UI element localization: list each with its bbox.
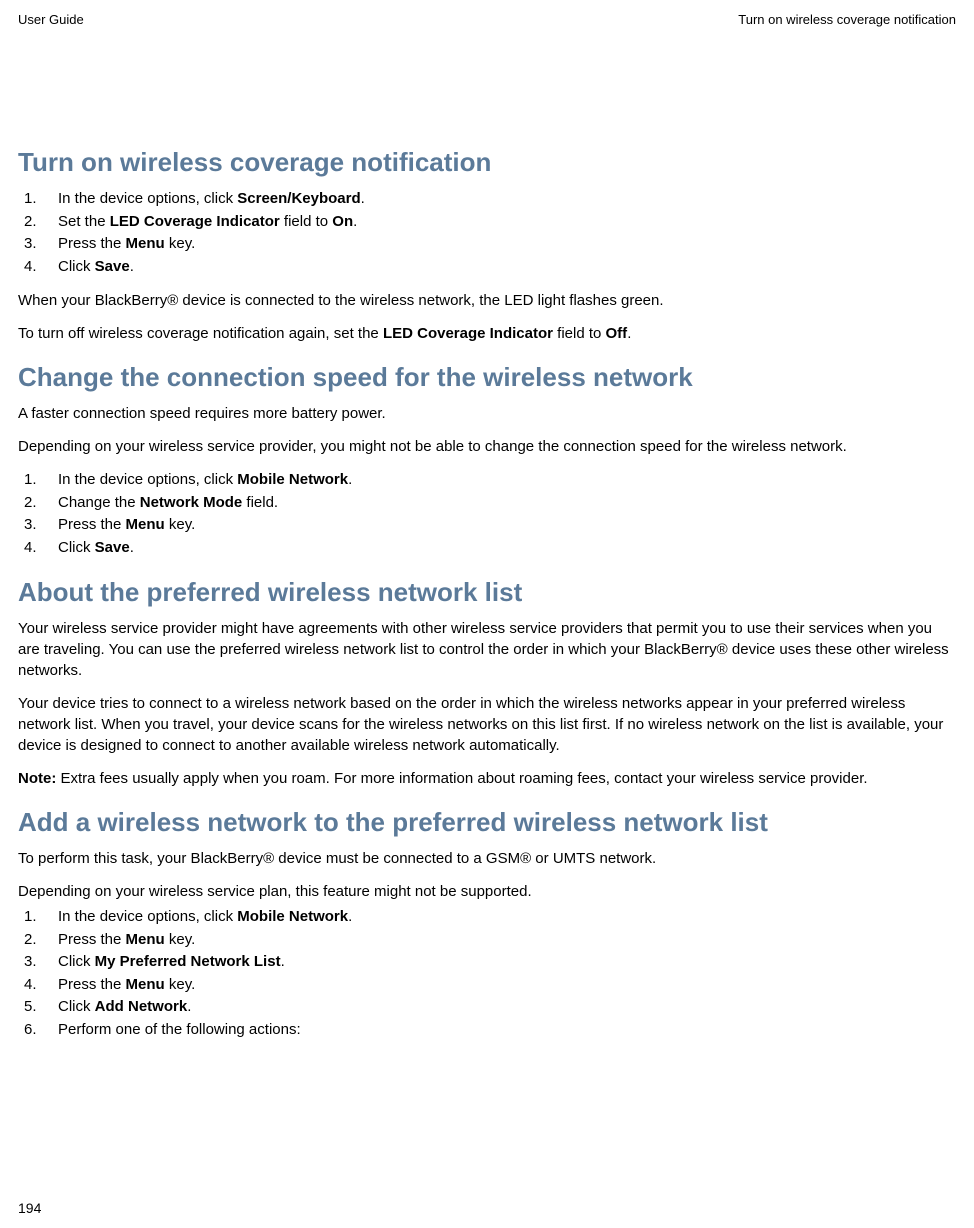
section1-steps: In the device options, click Screen/Keyb…	[18, 188, 956, 278]
list-item: In the device options, click Screen/Keyb…	[18, 188, 956, 211]
paragraph: To perform this task, your BlackBerry® d…	[18, 848, 956, 869]
section-title-add-network: Add a wireless network to the preferred …	[18, 807, 956, 838]
section-title-connection-speed: Change the connection speed for the wire…	[18, 362, 956, 393]
paragraph: When your BlackBerry® device is connecte…	[18, 290, 956, 311]
page-number: 194	[18, 1200, 41, 1216]
section2-steps: In the device options, click Mobile Netw…	[18, 469, 956, 559]
list-item: Press the Menu key.	[18, 233, 956, 256]
list-item: Set the LED Coverage Indicator field to …	[18, 211, 956, 234]
list-item: Change the Network Mode field.	[18, 492, 956, 515]
list-item: Press the Menu key.	[18, 514, 956, 537]
list-item: Perform one of the following actions:	[18, 1019, 956, 1042]
paragraph: To turn off wireless coverage notificati…	[18, 323, 956, 344]
list-item: Click My Preferred Network List.	[18, 951, 956, 974]
paragraph: Your device tries to connect to a wirele…	[18, 693, 956, 756]
list-item: Press the Menu key.	[18, 974, 956, 997]
section-title-wireless-coverage: Turn on wireless coverage notification	[18, 147, 956, 178]
paragraph: A faster connection speed requires more …	[18, 403, 956, 424]
page-header: User Guide Turn on wireless coverage not…	[18, 12, 956, 27]
list-item: Click Add Network.	[18, 996, 956, 1019]
paragraph: Depending on your wireless service plan,…	[18, 881, 956, 902]
list-item: Click Save.	[18, 256, 956, 279]
note-paragraph: Note: Extra fees usually apply when you …	[18, 768, 956, 789]
list-item: In the device options, click Mobile Netw…	[18, 469, 956, 492]
list-item: Press the Menu key.	[18, 929, 956, 952]
paragraph: Your wireless service provider might hav…	[18, 618, 956, 681]
section-title-preferred-list: About the preferred wireless network lis…	[18, 577, 956, 608]
section4-steps: In the device options, click Mobile Netw…	[18, 906, 956, 1041]
list-item: In the device options, click Mobile Netw…	[18, 906, 956, 929]
paragraph: Depending on your wireless service provi…	[18, 436, 956, 457]
header-left: User Guide	[18, 12, 84, 27]
header-right: Turn on wireless coverage notification	[738, 12, 956, 27]
list-item: Click Save.	[18, 537, 956, 560]
